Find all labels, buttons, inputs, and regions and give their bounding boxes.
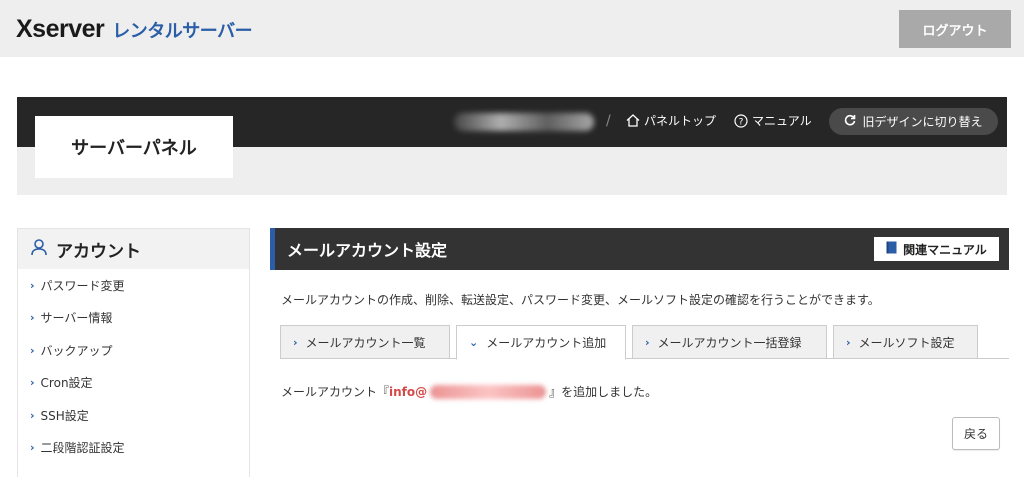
chevron-right-icon: › xyxy=(30,408,35,422)
chevron-right-icon: › xyxy=(846,335,851,349)
blurred-server-id xyxy=(454,113,594,131)
result-prefix: メールアカウント『 xyxy=(281,385,390,399)
result-email: info@ xyxy=(389,384,428,399)
chevron-right-icon: › xyxy=(30,441,35,455)
refresh-icon xyxy=(844,114,856,129)
chevron-right-icon: › xyxy=(30,278,35,292)
sidebar-item-backup[interactable]: › バックアップ xyxy=(18,334,249,367)
nav-panel-top-label: パネルトップ xyxy=(644,114,717,128)
top-bar: Xserver レンタルサーバー ログアウト xyxy=(0,0,1024,57)
user-icon xyxy=(30,238,48,261)
nav-panel-top[interactable]: パネルトップ xyxy=(626,112,716,129)
logo-main-text: Xserver xyxy=(16,15,105,43)
related-manual-label: 関連マニュアル xyxy=(903,242,987,257)
logout-button[interactable]: ログアウト xyxy=(899,10,1011,48)
sidebar-item-label: SSH設定 xyxy=(40,408,89,423)
sidebar-heading: アカウント xyxy=(18,229,249,269)
sidebar-item-ssh[interactable]: › SSH設定 xyxy=(18,399,249,432)
tab-label: メールアカウント一括登録 xyxy=(657,335,802,350)
chevron-right-icon: › xyxy=(30,376,35,390)
tab-label: メールアカウント追加 xyxy=(486,336,607,350)
xserver-logo[interactable]: Xserver レンタルサーバー xyxy=(16,15,253,44)
home-icon xyxy=(626,114,640,127)
tab-account-add[interactable]: ⌄ メールアカウント追加 xyxy=(456,325,626,360)
chevron-right-icon: › xyxy=(30,311,35,325)
sidebar-item-label: 二段階認証設定 xyxy=(40,441,125,456)
breadcrumb-separator: / xyxy=(606,113,611,129)
result-message: メールアカウント『 info@ 』を追加しました。 xyxy=(281,383,657,400)
logo-sub-text: レンタルサーバー xyxy=(112,21,253,42)
sidebar-item-cron[interactable]: › Cron設定 xyxy=(18,367,249,400)
book-icon xyxy=(886,241,897,257)
sidebar-item-password[interactable]: › パスワード変更 xyxy=(18,269,249,302)
sidebar-heading-label: アカウント xyxy=(56,241,141,262)
chevron-right-icon: › xyxy=(30,343,35,357)
tab-bar: › メールアカウント一覧 ⌄ メールアカウント追加 › メールアカウント一括登録 › メ… xyxy=(280,325,1009,360)
nav-manual-label: マニュアル xyxy=(752,114,812,128)
sidebar: アカウント › パスワード変更 › サーバー情報 › バックアップ › Cron設定 ›… xyxy=(17,228,250,477)
chevron-right-icon: › xyxy=(645,335,650,349)
result-suffix: 』を追加しました。 xyxy=(549,385,658,399)
back-button[interactable]: 戻る xyxy=(952,417,1000,450)
old-design-label: 旧デザインに切り替え xyxy=(862,115,983,129)
chevron-right-icon: › xyxy=(293,335,298,349)
sidebar-item-label: サーバー情報 xyxy=(40,311,113,326)
panel-title: サーバーパネル xyxy=(35,116,233,178)
sidebar-item-label: パスワード変更 xyxy=(40,278,125,293)
svg-text:?: ? xyxy=(739,117,744,127)
tab-label: メールアカウント一覧 xyxy=(305,335,426,350)
chevron-down-icon: ⌄ xyxy=(469,336,479,349)
sidebar-item-two-factor[interactable]: › 二段階認証設定 xyxy=(18,432,249,465)
related-manual-button[interactable]: 関連マニュアル xyxy=(874,237,999,261)
old-design-switch-button[interactable]: 旧デザインに切り替え xyxy=(829,108,998,135)
tab-label: メールソフト設定 xyxy=(858,335,955,350)
sidebar-item-label: バックアップ xyxy=(40,343,113,358)
tab-mail-software[interactable]: › メールソフト設定 xyxy=(833,325,978,359)
sidebar-item-server-info[interactable]: › サーバー情報 xyxy=(18,302,249,335)
blurred-email-domain xyxy=(430,384,547,399)
help-icon: ? xyxy=(734,113,748,128)
tab-account-list[interactable]: › メールアカウント一覧 xyxy=(280,325,450,359)
sidebar-item-label: Cron設定 xyxy=(40,376,93,391)
section-description: メールアカウントの作成、削除、転送設定、パスワード変更、メールソフト設定の確認を… xyxy=(281,293,880,307)
nav-manual[interactable]: ? マニュアル xyxy=(734,112,812,129)
tab-account-bulk[interactable]: › メールアカウント一括登録 xyxy=(632,325,827,359)
